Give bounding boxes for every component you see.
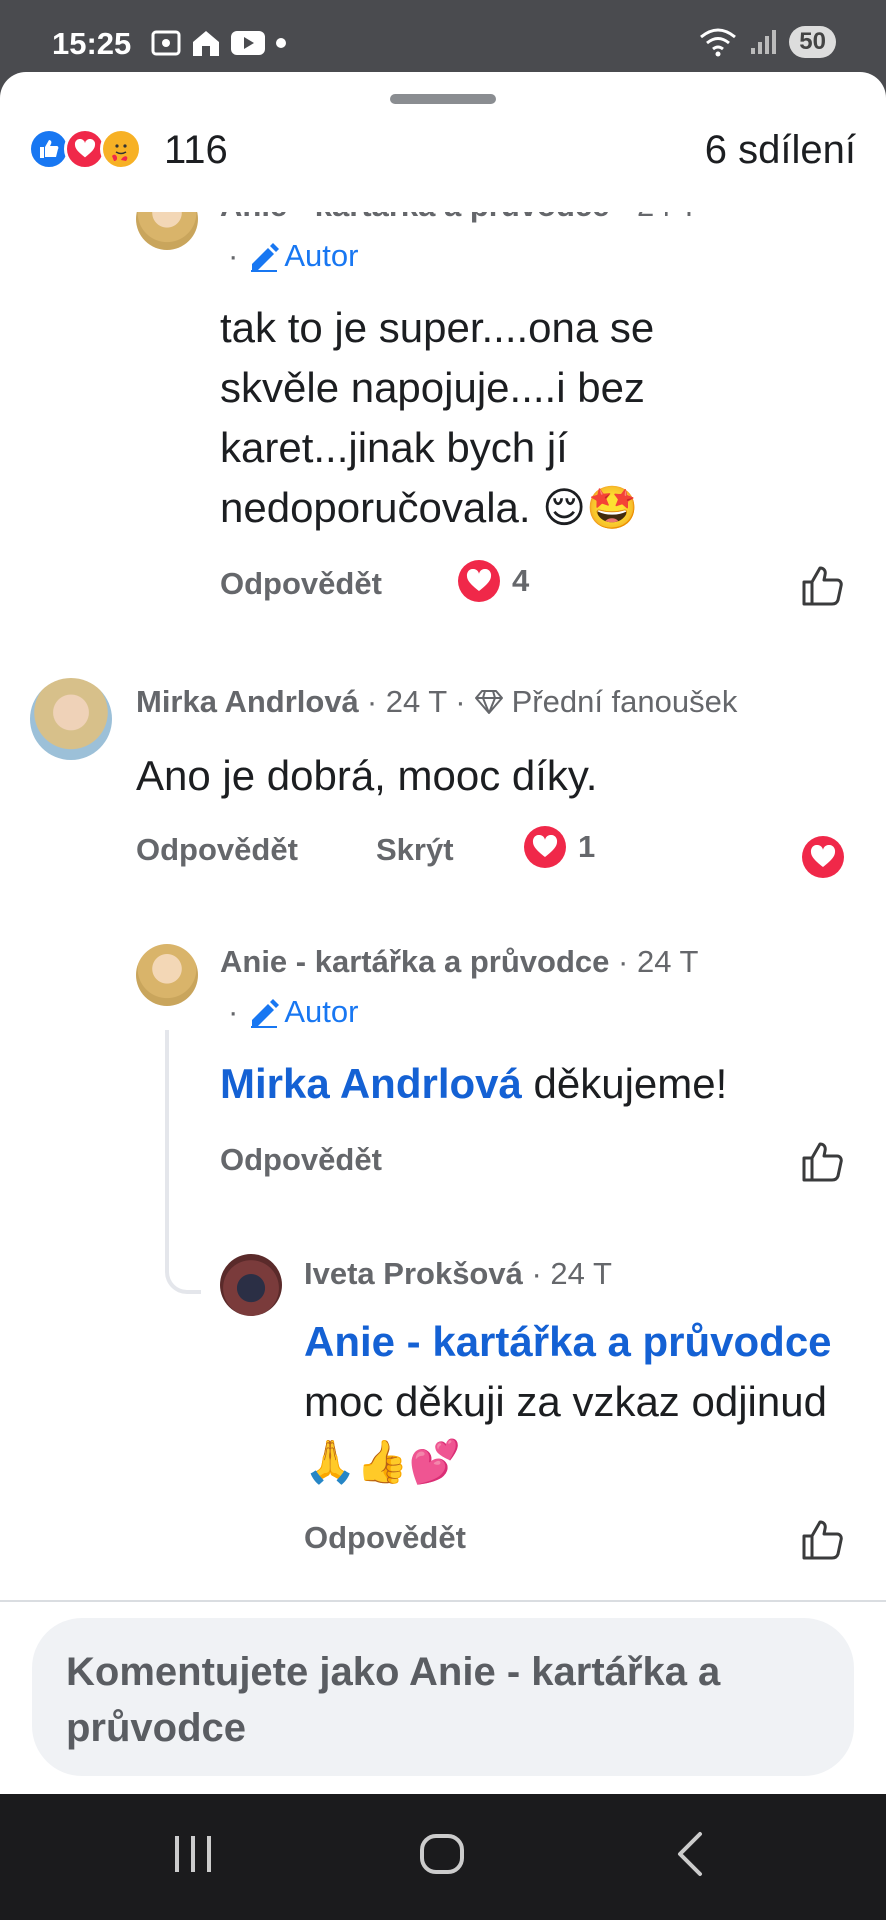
top-fan-badge: Přední fanoušek: [511, 684, 738, 719]
signal-icon: [751, 30, 777, 54]
back-icon[interactable]: [672, 1830, 708, 1878]
author-badge: · Autor: [228, 238, 358, 274]
shares-count[interactable]: 6 sdílení: [705, 128, 856, 173]
comment-author-name[interactable]: Mirka Andrlová: [136, 684, 359, 720]
recent-apps-icon[interactable]: [172, 1830, 214, 1878]
comment-body: moc děkuji za vzkaz odjinud 🙏👍💕: [304, 1378, 827, 1485]
like-icon[interactable]: [800, 1140, 844, 1184]
comment-author-line: Mirka Andrlová · 24 T · Přední fanoušek: [136, 684, 737, 720]
pencil-icon: [251, 243, 280, 272]
system-navigation-bar: [0, 1794, 886, 1920]
comment-author-name[interactable]: Anie - kartářka a průvodce: [220, 944, 609, 979]
comment-author-line: Anie - kartářka a průvodce · 24 T: [220, 944, 698, 980]
reaction-icons[interactable]: [28, 128, 142, 170]
comment-text: Anie - kartářka a průvodce moc děkuji za…: [304, 1312, 844, 1492]
avatar[interactable]: [136, 944, 198, 1006]
separator-dot: ·: [228, 238, 239, 273]
care-reaction-icon: [100, 128, 142, 170]
pencil-icon: [251, 999, 280, 1028]
comment-text: Mirka Andrlová děkujeme!: [220, 1054, 840, 1114]
dot-icon: [276, 38, 286, 48]
comment-input[interactable]: Komentujete jako Anie - kartářka a průvo…: [32, 1618, 854, 1776]
comment-author-name[interactable]: Iveta Prokšová: [304, 1256, 523, 1291]
battery-indicator: 50: [789, 26, 836, 58]
screenshot-icon: [151, 30, 181, 56]
mention-link[interactable]: Anie - kartářka a průvodce: [304, 1318, 832, 1365]
sheet-grab-handle[interactable]: [390, 94, 496, 104]
comment-author-line: Iveta Prokšová · 24 T: [304, 1256, 612, 1292]
separator-dot: ·: [228, 994, 239, 1029]
avatar[interactable]: [30, 678, 112, 760]
thread-connector: [165, 1030, 201, 1294]
hide-button[interactable]: Skrýt: [376, 832, 454, 868]
comment-time: · 24 T: [618, 944, 699, 979]
comment-text: Ano je dobrá, mooc díky.: [136, 752, 598, 799]
love-react-button[interactable]: [802, 836, 844, 878]
heart-icon: [524, 826, 566, 868]
status-bar: 15:25 50: [0, 0, 886, 82]
comment-time: · 24 T: [531, 1256, 612, 1291]
comment-time: · 24 T ·: [366, 684, 466, 719]
like-icon[interactable]: [800, 1518, 844, 1562]
wifi-icon: [700, 28, 737, 57]
heart-icon: [458, 560, 500, 602]
comment-body: děkujeme!: [521, 1060, 728, 1107]
reply-button[interactable]: Odpovědět: [304, 1520, 466, 1556]
reply-button[interactable]: Odpovědět: [220, 566, 382, 602]
like-icon[interactable]: [800, 564, 844, 608]
reaction-count: 4: [512, 563, 530, 598]
status-notification-icons: [150, 28, 288, 58]
mention-link[interactable]: Mirka Andrlová: [220, 1060, 522, 1107]
author-badge-label: Autor: [284, 994, 359, 1029]
home-icon: [193, 31, 219, 56]
reply-button[interactable]: Odpovědět: [136, 832, 298, 868]
diamond-icon: [474, 690, 503, 714]
status-time: 15:25: [52, 26, 132, 61]
comments-sheet: Anie - kartářka a průvodce · 24 T · Auto…: [0, 72, 886, 1794]
youtube-icon: [231, 31, 265, 55]
reactions-count[interactable]: 116: [164, 128, 228, 173]
reaction-count: 1: [578, 829, 596, 864]
reply-button[interactable]: Odpovědět: [220, 1142, 382, 1178]
author-badge-label: Autor: [284, 238, 359, 273]
status-system-icons: 50: [699, 26, 836, 58]
author-badge: · Autor: [228, 994, 358, 1030]
avatar[interactable]: [220, 1254, 282, 1316]
comment-text: tak to je super....ona se skvěle napojuj…: [220, 304, 655, 531]
comment-reactions[interactable]: 1: [524, 826, 595, 868]
comment-reactions[interactable]: 4: [458, 560, 529, 602]
composer-area: Komentujete jako Anie - kartářka a průvo…: [0, 1600, 886, 1794]
home-button-icon[interactable]: [418, 1830, 466, 1878]
